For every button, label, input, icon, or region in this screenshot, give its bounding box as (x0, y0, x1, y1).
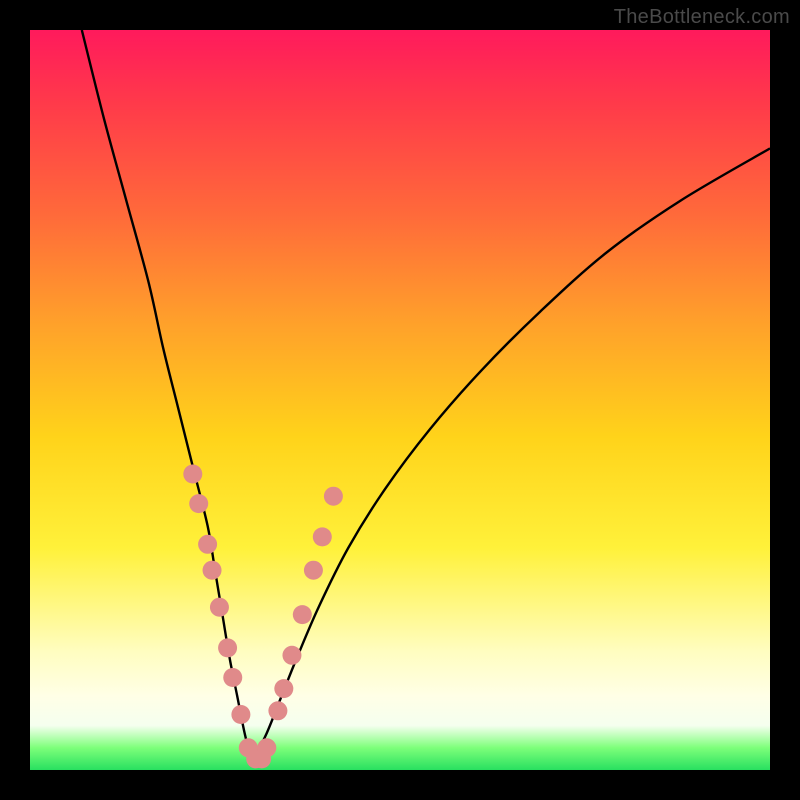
sample-dot (293, 605, 312, 624)
sample-dot (231, 705, 250, 724)
sample-dot (304, 561, 323, 580)
sample-dots-group (183, 465, 343, 769)
sample-dot (274, 679, 293, 698)
sample-dot (223, 668, 242, 687)
chart-outer-frame: TheBottleneck.com (0, 0, 800, 800)
sample-dot (324, 487, 343, 506)
plot-area (30, 30, 770, 770)
sample-dot (313, 527, 332, 546)
bottleneck-curve-svg (30, 30, 770, 770)
watermark-text: TheBottleneck.com (614, 6, 790, 29)
sample-dot (268, 701, 287, 720)
sample-dot (189, 494, 208, 513)
sample-dot (198, 535, 217, 554)
sample-dot (183, 465, 202, 484)
curve-right-branch (252, 148, 770, 762)
sample-dot (257, 738, 276, 757)
sample-dot (210, 598, 229, 617)
sample-dot (218, 638, 237, 657)
sample-dot (282, 646, 301, 665)
sample-dot (203, 561, 222, 580)
